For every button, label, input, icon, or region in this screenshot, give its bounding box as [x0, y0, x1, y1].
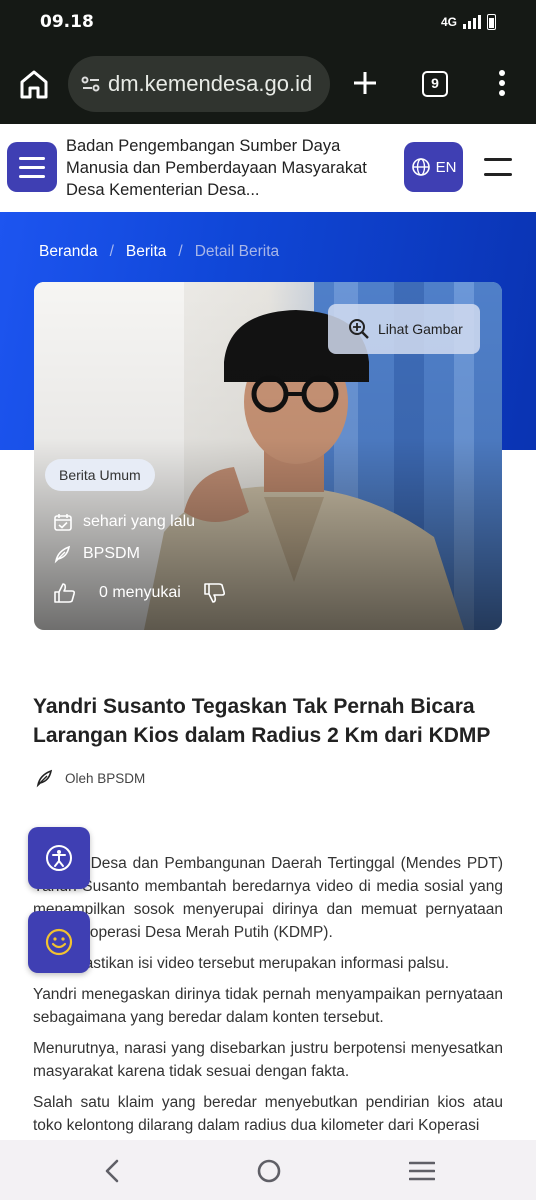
system-nav-bar — [0, 1140, 536, 1200]
feather-icon — [36, 769, 53, 788]
breadcrumb-home[interactable]: Beranda — [39, 243, 98, 261]
recent-apps-icon[interactable] — [409, 1160, 435, 1182]
status-indicators: 4G — [441, 14, 496, 30]
article-paragraph: Menteri Desa dan Pembangunan Daerah Tert… — [33, 855, 503, 941]
author-row: BPSDM — [53, 544, 140, 564]
smiley-icon — [45, 928, 73, 956]
article-body: Menteri Desa dan Pembangunan Daerah Tert… — [33, 852, 503, 1145]
browser-toolbar: dm.kemendesa.go.id 9 — [0, 44, 536, 124]
byline-text: Oleh BPSDM — [65, 770, 146, 786]
globe-icon — [411, 158, 430, 176]
breadcrumb-separator: / — [178, 243, 183, 260]
main-menu-icon[interactable] — [484, 158, 514, 176]
back-icon[interactable] — [100, 1158, 126, 1184]
feedback-button[interactable] — [28, 911, 90, 973]
language-label: EN — [435, 158, 457, 176]
site-header: Badan Pengembangan Sumber Daya Manusia d… — [0, 124, 536, 212]
article-paragraph: Ia memastikan isi video tersebut merupak… — [33, 955, 450, 972]
article-title: Yandri Susanto Tegaskan Tak Pernah Bicar… — [33, 695, 491, 747]
author-name: BPSDM — [83, 545, 140, 562]
site-settings-icon[interactable] — [80, 73, 102, 95]
sidebar-menu-button[interactable] — [7, 142, 57, 192]
new-tab-icon[interactable] — [350, 68, 380, 98]
breadcrumb-current: Detail Berita — [194, 243, 280, 260]
battery-icon — [487, 14, 496, 30]
feature-image-card[interactable]: Lihat Gambar Berita Umum sehari yang lal… — [34, 282, 502, 630]
like-count: 0 menyukai — [99, 584, 181, 601]
byline: Oleh BPSDM — [35, 768, 145, 788]
more-options-icon[interactable] — [488, 68, 516, 98]
status-bar: 09.18 4G — [0, 0, 536, 44]
category-badge[interactable]: Berita Umum — [45, 459, 155, 491]
site-title[interactable]: Badan Pengembangan Sumber Daya Manusia d… — [66, 135, 384, 201]
accessibility-icon — [46, 845, 72, 871]
signal-icon — [463, 15, 481, 29]
view-image-label: Lihat Gambar — [378, 321, 463, 337]
breadcrumb-separator: / — [109, 243, 114, 260]
publish-time: sehari yang lalu — [53, 512, 195, 532]
thumbs-up-icon[interactable] — [53, 582, 77, 604]
tab-switcher-button[interactable]: 9 — [422, 71, 448, 97]
article-paragraph: Salah satu klaim yang beredar menyebutka… — [33, 1094, 503, 1134]
breadcrumb: Beranda / Berita / Detail Berita — [39, 243, 279, 261]
home-icon[interactable] — [16, 66, 52, 102]
breadcrumb-news[interactable]: Berita — [126, 243, 167, 261]
calendar-icon — [54, 514, 72, 531]
url-text: dm.kemendesa.go.id — [108, 71, 313, 96]
status-time: 09.18 — [40, 12, 94, 32]
zoom-in-icon — [349, 319, 369, 339]
like-row: 0 menyukai — [53, 582, 227, 604]
view-image-button[interactable]: Lihat Gambar — [328, 304, 480, 354]
time-ago: sehari yang lalu — [83, 513, 196, 530]
article-paragraph: Menurutnya, narasi yang disebarkan justr… — [33, 1040, 503, 1080]
accessibility-button[interactable] — [28, 827, 90, 889]
thumbs-down-icon[interactable] — [203, 582, 227, 604]
home-circle-icon[interactable] — [256, 1158, 282, 1184]
network-type: 4G — [440, 15, 457, 29]
address-bar[interactable]: dm.kemendesa.go.id — [68, 56, 330, 112]
article-paragraph: Yandri menegaskan dirinya tidak pernah m… — [33, 986, 503, 1026]
feather-icon — [54, 545, 71, 564]
language-button[interactable]: EN — [404, 142, 463, 192]
